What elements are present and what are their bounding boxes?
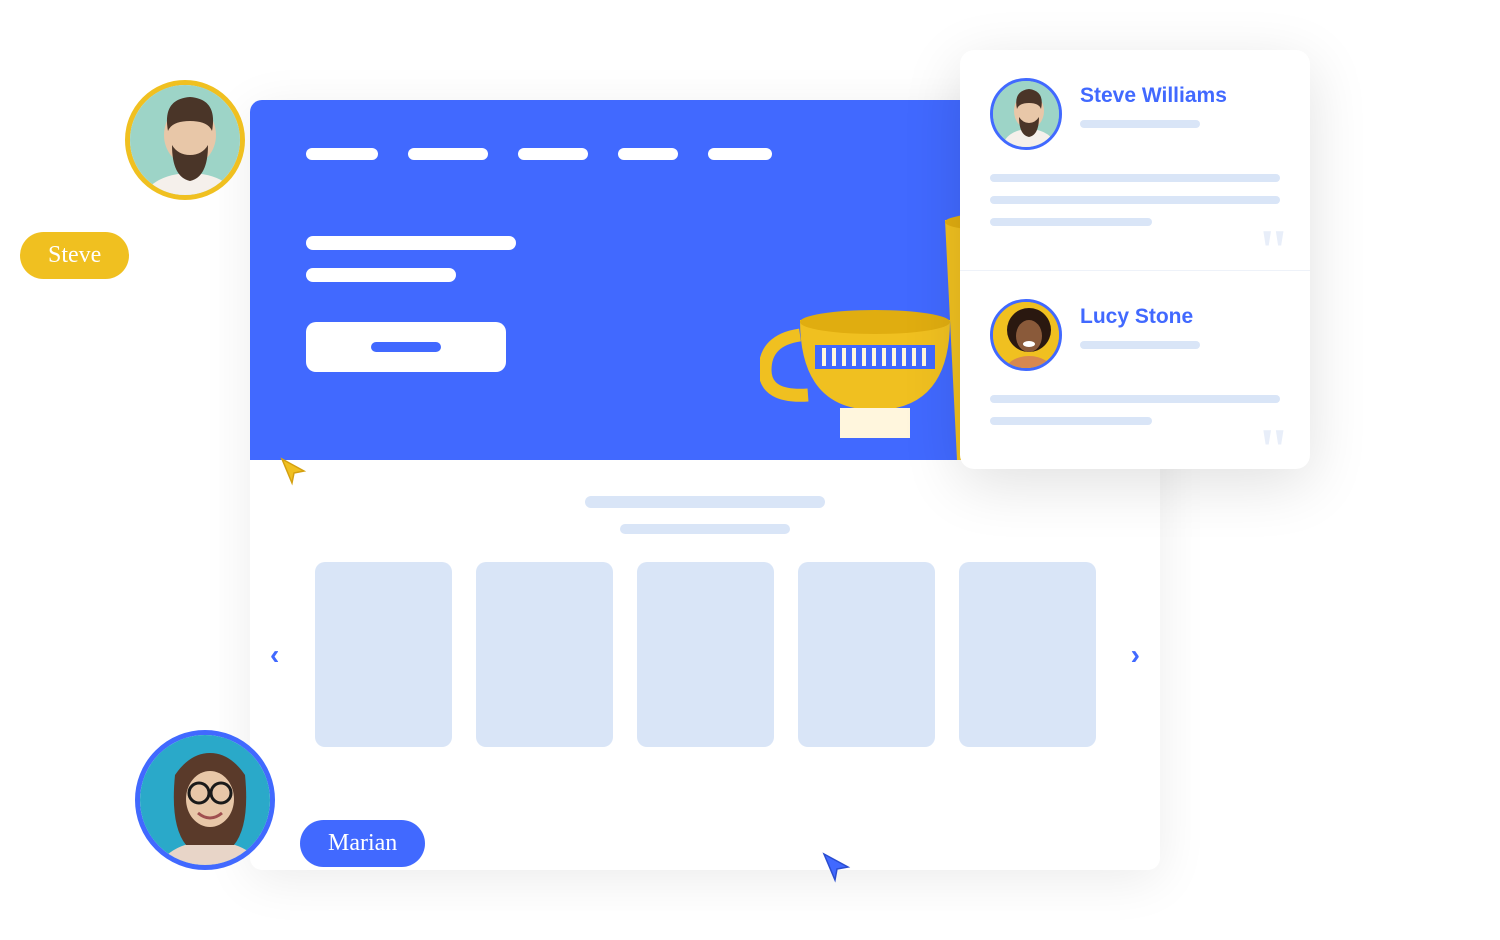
card-list <box>295 562 1114 747</box>
text-placeholder <box>990 196 1280 204</box>
quote-icon: " <box>1257 242 1290 260</box>
chevron-right-icon[interactable]: › <box>1121 639 1150 671</box>
testimonial-role-placeholder <box>1080 341 1200 349</box>
nav-item[interactable] <box>306 148 378 160</box>
testimonial-card: Steve Williams " <box>960 50 1310 270</box>
cta-button[interactable] <box>306 322 506 372</box>
text-placeholder <box>990 395 1280 403</box>
cta-label-placeholder <box>371 342 441 352</box>
testimonials-panel: Steve Williams " Lucy Stone " <box>960 50 1310 469</box>
cursor-icon-marian <box>820 850 854 884</box>
collaborator-avatar-marian <box>135 730 275 870</box>
text-placeholder <box>306 236 516 250</box>
collaborator-tag-steve: Steve <box>20 232 129 279</box>
carousel-card[interactable] <box>798 562 935 747</box>
text-placeholder <box>990 174 1280 182</box>
cursor-icon-steve <box>278 455 310 487</box>
carousel: ‹ › <box>250 534 1160 747</box>
avatar <box>990 299 1062 371</box>
content-section <box>250 460 1160 534</box>
text-placeholder <box>306 268 456 282</box>
testimonial-card: Lucy Stone " <box>960 270 1310 469</box>
text-placeholder <box>990 417 1152 425</box>
nav-item[interactable] <box>708 148 772 160</box>
text-placeholder <box>990 218 1152 226</box>
nav-item[interactable] <box>408 148 488 160</box>
carousel-card[interactable] <box>476 562 613 747</box>
testimonial-name: Steve Williams <box>1080 84 1227 108</box>
collaborator-avatar-steve <box>125 80 245 200</box>
testimonial-name: Lucy Stone <box>1080 305 1200 329</box>
quote-icon: " <box>1257 441 1290 459</box>
section-title-placeholder <box>585 496 825 508</box>
testimonial-role-placeholder <box>1080 120 1200 128</box>
carousel-card[interactable] <box>315 562 452 747</box>
carousel-card[interactable] <box>959 562 1096 747</box>
collaborator-tag-marian: Marian <box>300 820 425 867</box>
carousel-card[interactable] <box>637 562 774 747</box>
nav-item[interactable] <box>518 148 588 160</box>
avatar <box>990 78 1062 150</box>
section-subtitle-placeholder <box>620 524 790 534</box>
chevron-left-icon[interactable]: ‹ <box>260 639 289 671</box>
nav-item[interactable] <box>618 148 678 160</box>
